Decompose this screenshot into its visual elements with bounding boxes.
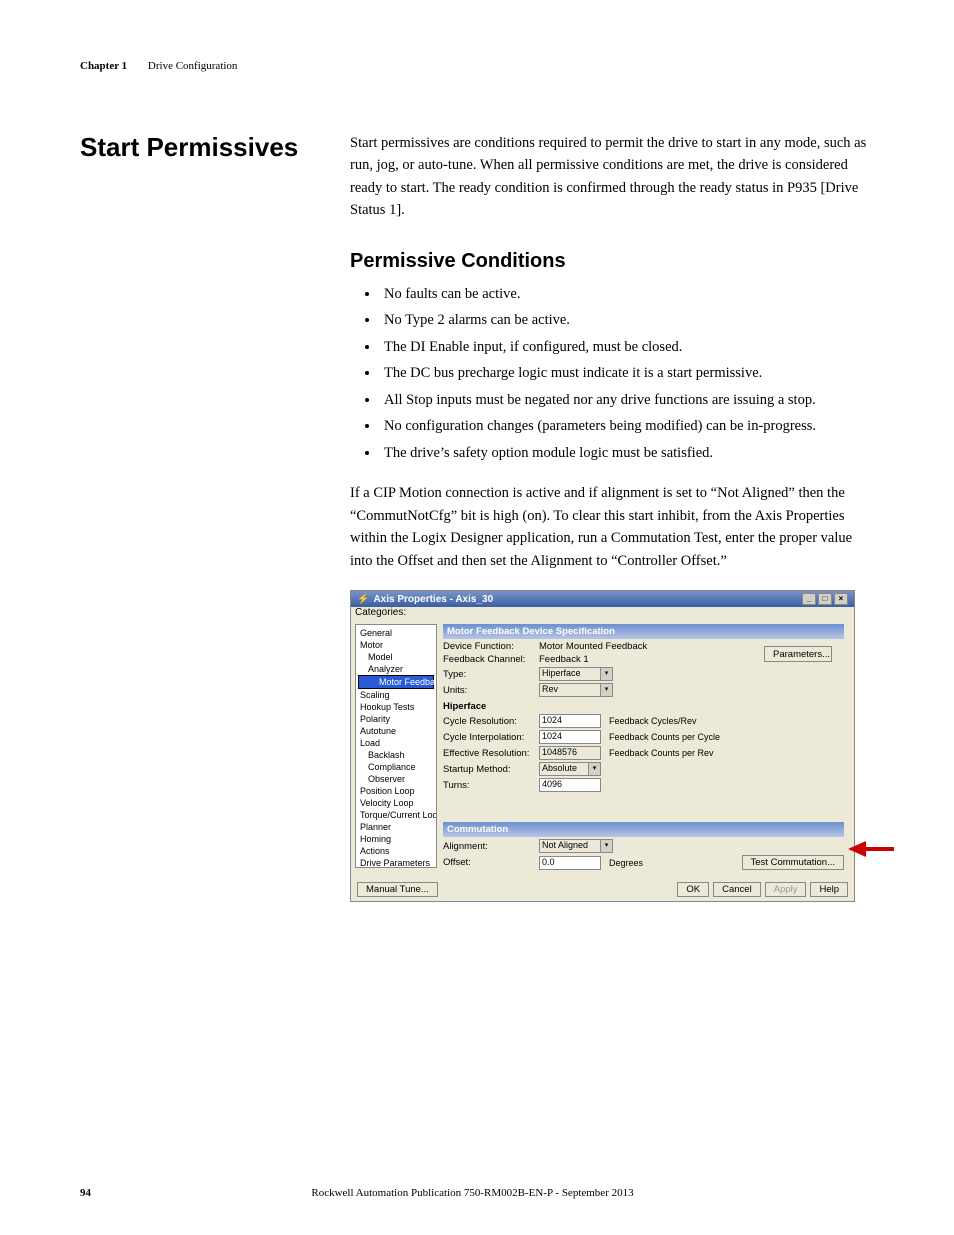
tree-item[interactable]: Motor Feedback: [358, 675, 434, 689]
maximize-button[interactable]: □: [818, 593, 832, 605]
section-title: Start Permissives: [80, 132, 350, 163]
effective-resolution-unit: Feedback Counts per Rev: [609, 748, 714, 758]
list-item: All Stop inputs must be negated nor any …: [380, 389, 874, 411]
cycle-resolution-input[interactable]: 1024: [539, 714, 601, 728]
alignment-label: Alignment:: [443, 841, 535, 852]
manual-tune-button[interactable]: Manual Tune...: [357, 882, 438, 897]
tree-item[interactable]: Polarity: [358, 713, 434, 725]
help-button[interactable]: Help: [810, 882, 848, 897]
chapter-number: Chapter 1: [80, 60, 127, 72]
axis-properties-window: ⚡ Axis Properties - Axis_30 _ □ × Catego…: [350, 590, 855, 902]
list-item: No Type 2 alarms can be active.: [380, 309, 874, 331]
hiperface-group-label: Hiperface: [443, 701, 844, 712]
chevron-down-icon[interactable]: ▾: [589, 762, 601, 776]
cycle-resolution-label: Cycle Resolution:: [443, 716, 535, 727]
effective-resolution-input: 1048576: [539, 746, 601, 760]
list-item: No configuration changes (parameters bei…: [380, 415, 874, 437]
tree-item[interactable]: Model: [358, 651, 434, 663]
tree-item[interactable]: Observer: [358, 773, 434, 785]
permissive-list: No faults can be active. No Type 2 alarms…: [380, 283, 874, 464]
chevron-down-icon[interactable]: ▾: [601, 683, 613, 697]
tree-item[interactable]: Actions: [358, 845, 434, 857]
offset-unit: Degrees: [609, 858, 643, 868]
tree-item[interactable]: General: [358, 627, 434, 639]
feedback-channel-value: Feedback 1: [539, 654, 589, 665]
parameters-button[interactable]: Parameters...: [764, 646, 832, 662]
tree-item[interactable]: Motor: [358, 639, 434, 651]
window-titlebar: ⚡ Axis Properties - Axis_30 _ □ ×: [351, 591, 854, 607]
test-commutation-button[interactable]: Test Commutation...: [742, 855, 844, 870]
panel-title: Motor Feedback Device Specification: [443, 624, 844, 639]
tree-item[interactable]: Backlash: [358, 749, 434, 761]
intro-paragraph: Start permissives are conditions require…: [350, 132, 874, 222]
tree-item[interactable]: Analyzer: [358, 663, 434, 675]
chevron-down-icon[interactable]: ▾: [601, 839, 613, 853]
cycle-resolution-unit: Feedback Cycles/Rev: [609, 716, 697, 726]
tree-item[interactable]: Load: [358, 737, 434, 749]
lightning-icon: ⚡: [357, 594, 369, 605]
turns-label: Turns:: [443, 780, 535, 791]
callout-arrow-line: [864, 847, 894, 851]
categories-label: Categories:: [351, 607, 854, 620]
category-tree[interactable]: GeneralMotorModelAnalyzerMotor FeedbackS…: [355, 624, 437, 868]
publication-info: Rockwell Automation Publication 750-RM00…: [91, 1187, 854, 1199]
tree-item[interactable]: Position Loop: [358, 785, 434, 797]
type-select[interactable]: Hiperface: [539, 667, 601, 681]
cancel-button[interactable]: Cancel: [713, 882, 761, 897]
tree-item[interactable]: Homing: [358, 833, 434, 845]
tree-item[interactable]: Compliance: [358, 761, 434, 773]
list-item: The DC bus precharge logic must indicate…: [380, 362, 874, 384]
list-item: The drive’s safety option module logic m…: [380, 442, 874, 464]
alignment-select[interactable]: Not Aligned: [539, 839, 601, 853]
tree-item[interactable]: Hookup Tests: [358, 701, 434, 713]
tree-item[interactable]: Drive Parameters: [358, 857, 434, 868]
close-button[interactable]: ×: [834, 593, 848, 605]
feedback-channel-label: Feedback Channel:: [443, 654, 535, 665]
minimize-button[interactable]: _: [802, 593, 816, 605]
offset-label: Offset:: [443, 857, 535, 868]
after-paragraph: If a CIP Motion connection is active and…: [350, 482, 874, 572]
subsection-title: Permissive Conditions: [350, 250, 874, 273]
window-title: Axis Properties - Axis_30: [373, 594, 802, 605]
cycle-interpolation-input[interactable]: 1024: [539, 730, 601, 744]
apply-button[interactable]: Apply: [765, 882, 807, 897]
cycle-interpolation-unit: Feedback Counts per Cycle: [609, 732, 720, 742]
startup-method-label: Startup Method:: [443, 764, 535, 775]
list-item: The DI Enable input, if configured, must…: [380, 336, 874, 358]
cycle-interpolation-label: Cycle Interpolation:: [443, 732, 535, 743]
startup-method-select[interactable]: Absolute: [539, 762, 589, 776]
tree-item[interactable]: Planner: [358, 821, 434, 833]
effective-resolution-label: Effective Resolution:: [443, 748, 535, 759]
device-function-value: Motor Mounted Feedback: [539, 641, 647, 652]
tree-item[interactable]: Scaling: [358, 689, 434, 701]
tree-item[interactable]: Torque/Current Loop: [358, 809, 434, 821]
page-header: Chapter 1 Drive Configuration: [80, 60, 874, 72]
offset-input[interactable]: 0.0: [539, 856, 601, 870]
commutation-group-label: Commutation: [443, 822, 844, 837]
tree-item[interactable]: Autotune: [358, 725, 434, 737]
turns-input[interactable]: 4096: [539, 778, 601, 792]
page-number: 94: [80, 1187, 91, 1199]
units-select[interactable]: Rev: [539, 683, 601, 697]
ok-button[interactable]: OK: [677, 882, 709, 897]
units-label: Units:: [443, 685, 535, 696]
type-label: Type:: [443, 669, 535, 680]
list-item: No faults can be active.: [380, 283, 874, 305]
chapter-name: Drive Configuration: [148, 60, 238, 72]
device-function-label: Device Function:: [443, 641, 535, 652]
chevron-down-icon[interactable]: ▾: [601, 667, 613, 681]
tree-item[interactable]: Velocity Loop: [358, 797, 434, 809]
